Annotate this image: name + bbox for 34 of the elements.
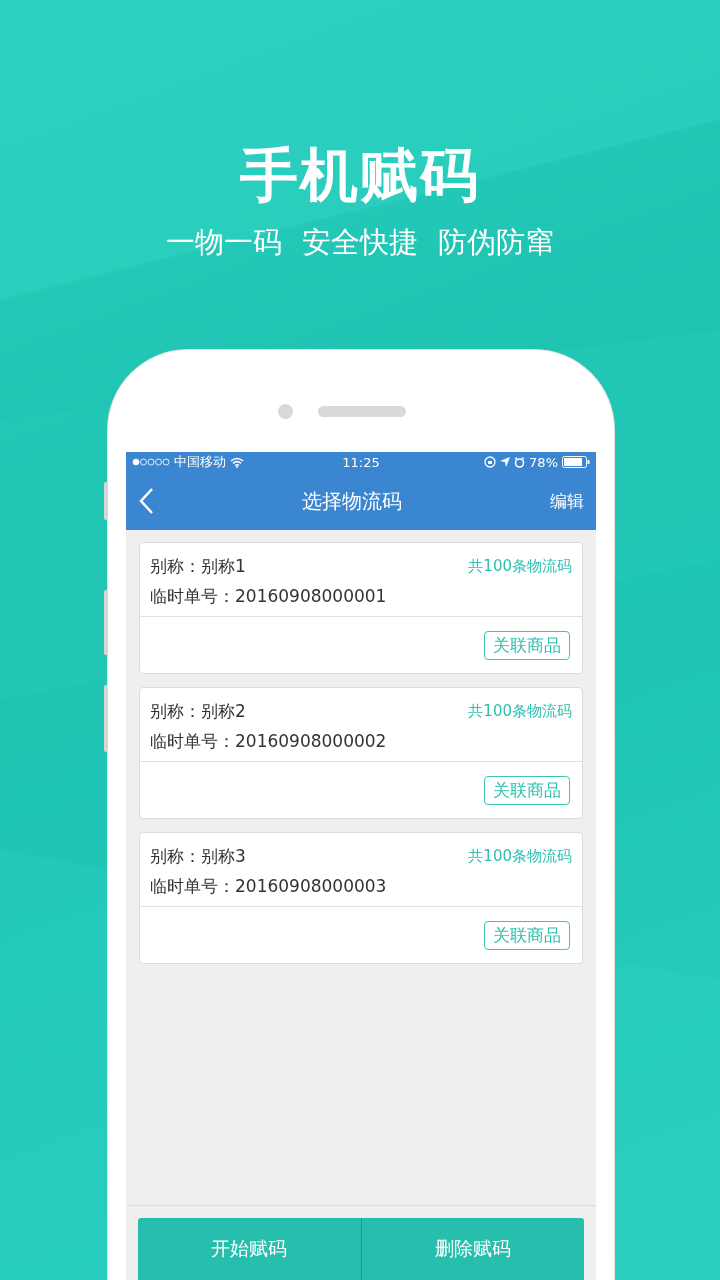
alias-text: 别称：别称3 — [150, 844, 246, 868]
location-icon — [500, 457, 511, 467]
slogan: 防伪防窜 — [438, 224, 554, 261]
camera-dot — [278, 404, 293, 419]
action-button[interactable]: 删除赋码 — [360, 1218, 584, 1280]
batch-card[interactable]: 别称：别称3 共100条物流码 临时单号：20160908000003 关联商品 — [139, 832, 583, 964]
batch-card[interactable]: 别称：别称1 共100条物流码 临时单号：20160908000001 关联商品 — [139, 542, 583, 674]
back-icon[interactable] — [138, 487, 154, 515]
link-product-button[interactable]: 关联商品 — [484, 775, 570, 805]
signal-icon — [132, 458, 170, 466]
code-count: 共100条物流码 — [468, 846, 572, 866]
alias-text: 别称：别称1 — [150, 554, 246, 578]
battery-percent: 78% — [529, 454, 558, 470]
slogan: 一物一码 — [166, 224, 282, 261]
wifi-icon — [230, 456, 244, 468]
headline: 手机赋码 — [240, 140, 480, 210]
batch-card[interactable]: 别称：别称2 共100条物流码 临时单号：20160908000002 关联商品 — [139, 687, 583, 819]
battery-icon — [562, 456, 590, 468]
link-product-button[interactable]: 关联商品 — [484, 920, 570, 950]
order-number: 临时单号：20160908000002 — [150, 730, 388, 753]
order-number: 临时单号：20160908000001 — [150, 585, 388, 608]
slogan: 安全快捷 — [302, 224, 418, 261]
alarm-icon — [514, 456, 526, 468]
code-count: 共100条物流码 — [468, 556, 572, 576]
order-number: 临时单号：20160908000003 — [150, 875, 388, 898]
screen-title: 选择物流码 — [301, 487, 403, 515]
alias-text: 别称：别称2 — [150, 699, 246, 723]
action-button[interactable]: 开始赋码 — [138, 1218, 361, 1280]
rotation-lock-icon — [484, 456, 497, 468]
edit-link[interactable]: 编辑 — [550, 489, 584, 513]
link-product-button[interactable]: 关联商品 — [484, 630, 570, 660]
carrier: 中国移动 — [174, 453, 226, 471]
clock: 11:25 — [342, 454, 380, 470]
code-count: 共100条物流码 — [468, 701, 572, 721]
